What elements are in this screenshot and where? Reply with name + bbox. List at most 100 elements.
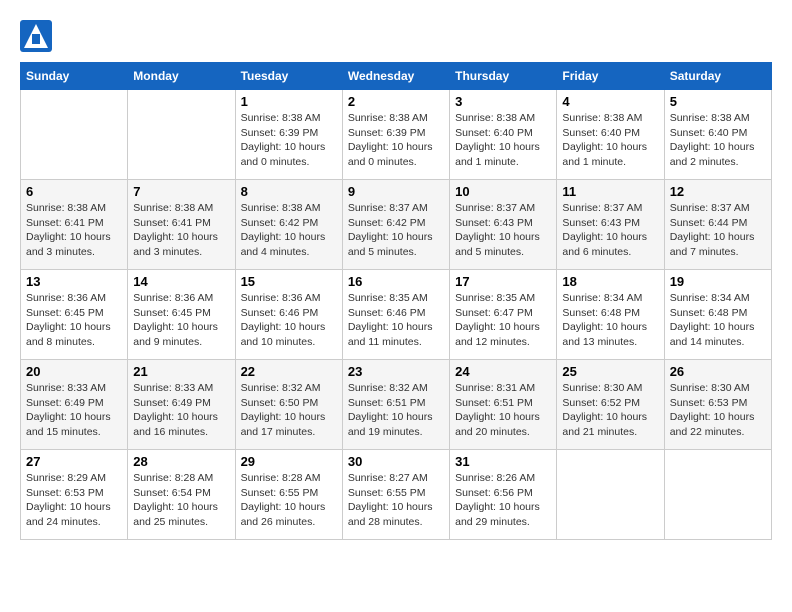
day-cell: 4 Sunrise: 8:38 AMSunset: 6:40 PMDaylight…	[557, 90, 664, 180]
day-cell	[128, 90, 235, 180]
day-info: Sunrise: 8:26 AMSunset: 6:56 PMDaylight:…	[455, 471, 551, 530]
day-cell: 24 Sunrise: 8:31 AMSunset: 6:51 PMDayligh…	[450, 360, 557, 450]
day-number: 30	[348, 454, 444, 469]
col-sunday: Sunday	[21, 63, 128, 90]
day-number: 12	[670, 184, 766, 199]
logo-icon	[20, 20, 52, 52]
day-number: 8	[241, 184, 337, 199]
calendar-body: 1 Sunrise: 8:38 AMSunset: 6:39 PMDaylight…	[21, 90, 772, 540]
week-row-5: 27 Sunrise: 8:29 AMSunset: 6:53 PMDayligh…	[21, 450, 772, 540]
day-info: Sunrise: 8:30 AMSunset: 6:52 PMDaylight:…	[562, 381, 658, 440]
day-cell: 28 Sunrise: 8:28 AMSunset: 6:54 PMDayligh…	[128, 450, 235, 540]
col-friday: Friday	[557, 63, 664, 90]
day-number: 7	[133, 184, 229, 199]
day-number: 4	[562, 94, 658, 109]
day-info: Sunrise: 8:38 AMSunset: 6:40 PMDaylight:…	[562, 111, 658, 170]
day-cell: 13Sunrise: 8:36 AMSunset: 6:45 PMDayligh…	[21, 270, 128, 360]
day-info: Sunrise: 8:32 AMSunset: 6:50 PMDaylight:…	[241, 381, 337, 440]
day-info: Sunrise: 8:30 AMSunset: 6:53 PMDaylight:…	[670, 381, 766, 440]
day-cell	[21, 90, 128, 180]
day-cell: 12 Sunrise: 8:37 AMSunset: 6:44 PMDayligh…	[664, 180, 771, 270]
day-number: 29	[241, 454, 337, 469]
day-number: 11	[562, 184, 658, 199]
day-info: Sunrise: 8:38 AMSunset: 6:41 PMDaylight:…	[133, 201, 229, 260]
day-info: Sunrise: 8:31 AMSunset: 6:51 PMDaylight:…	[455, 381, 551, 440]
day-cell: 2 Sunrise: 8:38 AMSunset: 6:39 PMDaylight…	[342, 90, 449, 180]
day-info: Sunrise: 8:28 AMSunset: 6:54 PMDaylight:…	[133, 471, 229, 530]
day-info: Sunrise: 8:29 AMSunset: 6:53 PMDaylight:…	[26, 471, 122, 530]
day-cell: 19 Sunrise: 8:34 AMSunset: 6:48 PMDayligh…	[664, 270, 771, 360]
day-info: Sunrise: 8:33 AMSunset: 6:49 PMDaylight:…	[133, 381, 229, 440]
day-cell: 14 Sunrise: 8:36 AMSunset: 6:45 PMDayligh…	[128, 270, 235, 360]
day-number: 19	[670, 274, 766, 289]
day-cell: 6Sunrise: 8:38 AMSunset: 6:41 PMDaylight…	[21, 180, 128, 270]
day-cell: 16 Sunrise: 8:35 AMSunset: 6:46 PMDayligh…	[342, 270, 449, 360]
day-cell: 31 Sunrise: 8:26 AMSunset: 6:56 PMDayligh…	[450, 450, 557, 540]
day-number: 1	[241, 94, 337, 109]
day-number: 14	[133, 274, 229, 289]
week-row-3: 13Sunrise: 8:36 AMSunset: 6:45 PMDayligh…	[21, 270, 772, 360]
day-number: 16	[348, 274, 444, 289]
day-cell: 5Sunrise: 8:38 AMSunset: 6:40 PMDaylight…	[664, 90, 771, 180]
day-number: 2	[348, 94, 444, 109]
page-header	[20, 20, 772, 52]
day-cell: 11 Sunrise: 8:37 AMSunset: 6:43 PMDayligh…	[557, 180, 664, 270]
day-number: 28	[133, 454, 229, 469]
day-cell: 29Sunrise: 8:28 AMSunset: 6:55 PMDayligh…	[235, 450, 342, 540]
day-number: 3	[455, 94, 551, 109]
day-info: Sunrise: 8:37 AMSunset: 6:43 PMDaylight:…	[455, 201, 551, 260]
col-tuesday: Tuesday	[235, 63, 342, 90]
day-cell: 23Sunrise: 8:32 AMSunset: 6:51 PMDayligh…	[342, 360, 449, 450]
day-number: 18	[562, 274, 658, 289]
col-wednesday: Wednesday	[342, 63, 449, 90]
day-number: 23	[348, 364, 444, 379]
day-cell: 9Sunrise: 8:37 AMSunset: 6:42 PMDaylight…	[342, 180, 449, 270]
col-thursday: Thursday	[450, 63, 557, 90]
day-info: Sunrise: 8:35 AMSunset: 6:46 PMDaylight:…	[348, 291, 444, 350]
day-info: Sunrise: 8:38 AMSunset: 6:39 PMDaylight:…	[241, 111, 337, 170]
day-number: 21	[133, 364, 229, 379]
day-number: 6	[26, 184, 122, 199]
day-number: 24	[455, 364, 551, 379]
day-cell: 21 Sunrise: 8:33 AMSunset: 6:49 PMDayligh…	[128, 360, 235, 450]
day-info: Sunrise: 8:35 AMSunset: 6:47 PMDaylight:…	[455, 291, 551, 350]
day-cell: 25 Sunrise: 8:30 AMSunset: 6:52 PMDayligh…	[557, 360, 664, 450]
calendar-table: Sunday Monday Tuesday Wednesday Thursday…	[20, 62, 772, 540]
day-info: Sunrise: 8:36 AMSunset: 6:45 PMDaylight:…	[26, 291, 122, 350]
day-number: 9	[348, 184, 444, 199]
day-number: 26	[670, 364, 766, 379]
day-cell: 22Sunrise: 8:32 AMSunset: 6:50 PMDayligh…	[235, 360, 342, 450]
day-number: 15	[241, 274, 337, 289]
day-number: 31	[455, 454, 551, 469]
day-cell: 20 Sunrise: 8:33 AMSunset: 6:49 PMDayligh…	[21, 360, 128, 450]
day-cell: 8 Sunrise: 8:38 AMSunset: 6:42 PMDaylight…	[235, 180, 342, 270]
day-number: 17	[455, 274, 551, 289]
day-number: 27	[26, 454, 122, 469]
day-cell: 26 Sunrise: 8:30 AMSunset: 6:53 PMDayligh…	[664, 360, 771, 450]
day-info: Sunrise: 8:37 AMSunset: 6:44 PMDaylight:…	[670, 201, 766, 260]
day-cell: 15Sunrise: 8:36 AMSunset: 6:46 PMDayligh…	[235, 270, 342, 360]
day-cell: 3 Sunrise: 8:38 AMSunset: 6:40 PMDaylight…	[450, 90, 557, 180]
week-row-4: 20 Sunrise: 8:33 AMSunset: 6:49 PMDayligh…	[21, 360, 772, 450]
day-number: 25	[562, 364, 658, 379]
day-info: Sunrise: 8:37 AMSunset: 6:43 PMDaylight:…	[562, 201, 658, 260]
day-number: 20	[26, 364, 122, 379]
day-info: Sunrise: 8:27 AMSunset: 6:55 PMDaylight:…	[348, 471, 444, 530]
day-info: Sunrise: 8:34 AMSunset: 6:48 PMDaylight:…	[670, 291, 766, 350]
day-info: Sunrise: 8:36 AMSunset: 6:45 PMDaylight:…	[133, 291, 229, 350]
day-number: 10	[455, 184, 551, 199]
day-info: Sunrise: 8:34 AMSunset: 6:48 PMDaylight:…	[562, 291, 658, 350]
day-cell: 18 Sunrise: 8:34 AMSunset: 6:48 PMDayligh…	[557, 270, 664, 360]
day-info: Sunrise: 8:38 AMSunset: 6:42 PMDaylight:…	[241, 201, 337, 260]
day-cell	[664, 450, 771, 540]
col-saturday: Saturday	[664, 63, 771, 90]
logo	[20, 20, 56, 52]
header-row: Sunday Monday Tuesday Wednesday Thursday…	[21, 63, 772, 90]
col-monday: Monday	[128, 63, 235, 90]
day-cell: 30 Sunrise: 8:27 AMSunset: 6:55 PMDayligh…	[342, 450, 449, 540]
week-row-2: 6 Sunrise: 8:38 AMSunset: 6:41 PMDaylight…	[21, 180, 772, 270]
day-info: Sunrise: 8:38 AMSunset: 6:39 PMDaylight:…	[348, 111, 444, 170]
day-cell: 17 Sunrise: 8:35 AMSunset: 6:47 PMDayligh…	[450, 270, 557, 360]
day-info: Sunrise: 8:38 AMSunset: 6:40 PMDaylight:…	[455, 111, 551, 170]
day-info: Sunrise: 8:33 AMSunset: 6:49 PMDaylight:…	[26, 381, 122, 440]
